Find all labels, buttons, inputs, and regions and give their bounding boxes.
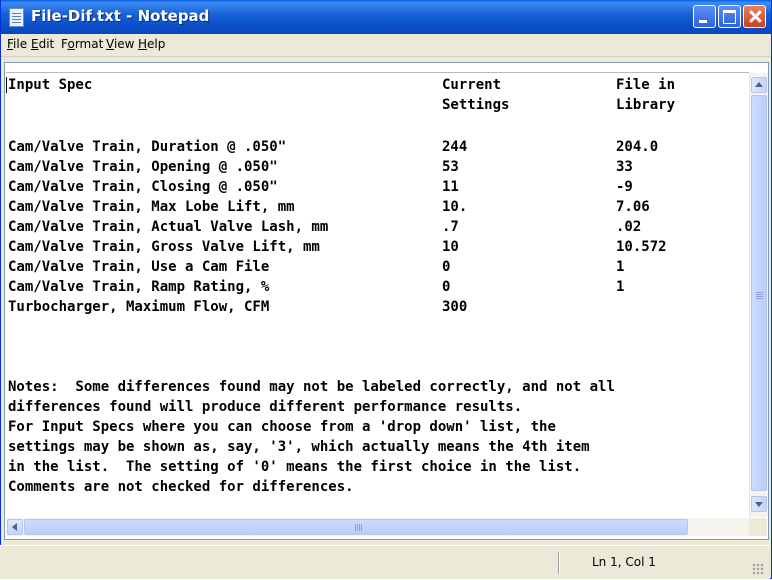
row-spec: Cam/Valve Train, Ramp Rating, % <box>8 279 270 295</box>
scrollbar-corner <box>749 518 767 536</box>
row-library: 10.572 <box>616 239 667 255</box>
close-button[interactable] <box>743 5 766 28</box>
maximize-button[interactable] <box>718 5 741 28</box>
row-spec: Turbocharger, Maximum Flow, CFM <box>8 299 270 315</box>
row-spec: Cam/Valve Train, Opening @ .050" <box>8 159 278 175</box>
horizontal-scrollbar[interactable] <box>6 518 767 536</box>
row-current: .7 <box>442 219 459 235</box>
row-current: 10. <box>442 199 468 215</box>
row-current: 0 <box>442 279 451 295</box>
row-library: 1 <box>616 259 625 275</box>
menu-file[interactable]: File <box>7 37 27 51</box>
scroll-up-icon[interactable] <box>751 77 767 93</box>
notes-line: in the list. The setting of '0' means th… <box>8 459 582 475</box>
row-library: .02 <box>616 219 642 235</box>
cursor-position: Ln 1, Col 1 <box>592 555 656 569</box>
window-title: File-Dif.txt - Notepad <box>31 7 210 25</box>
row-library: 204.0 <box>616 139 659 155</box>
row-current: 10 <box>442 239 459 255</box>
row-library: 7.06 <box>616 199 650 215</box>
row-current: 300 <box>442 299 468 315</box>
notes-line: differences found will produce different… <box>8 399 523 415</box>
vertical-scroll-thumb[interactable] <box>751 95 767 491</box>
row-library: 33 <box>616 159 633 175</box>
row-current: 0 <box>442 259 451 275</box>
row-library: 1 <box>616 279 625 295</box>
grip-icon <box>355 524 356 531</box>
header-current-line1: Current <box>442 77 502 93</box>
text-editor[interactable]: Input Spec Current File in Settings Libr… <box>6 72 749 518</box>
row-spec: Cam/Valve Train, Closing @ .050" <box>8 179 278 195</box>
minimize-button[interactable] <box>693 5 716 28</box>
header-current-line2: Settings <box>442 97 510 113</box>
notes-line: settings may be shown as, say, '3', whic… <box>8 439 590 455</box>
grip-icon <box>756 292 763 293</box>
row-spec: Cam/Valve Train, Max Lobe Lift, mm <box>8 199 295 215</box>
row-spec: Cam/Valve Train, Gross Valve Lift, mm <box>8 239 320 255</box>
row-current: 53 <box>442 159 459 175</box>
menu-edit[interactable]: Edit <box>31 37 54 51</box>
notes-line: Comments are not checked for differences… <box>8 479 354 495</box>
scroll-down-icon[interactable] <box>751 496 767 512</box>
row-spec: Cam/Valve Train, Use a Cam File <box>8 259 270 275</box>
menu-format[interactable]: Format <box>61 37 103 51</box>
header-input-spec: Input Spec <box>8 77 93 93</box>
row-current: 11 <box>442 179 459 195</box>
horizontal-scroll-thumb[interactable] <box>24 519 688 535</box>
scroll-left-icon[interactable] <box>7 519 23 535</box>
notes-line: For Input Specs where you can choose fro… <box>8 419 556 435</box>
vertical-scrollbar[interactable] <box>749 73 768 517</box>
row-current: 244 <box>442 139 468 155</box>
menu-view[interactable]: View <box>106 37 134 51</box>
text-caret <box>6 77 7 93</box>
menu-bar: File Edit Format View Help <box>1 34 771 57</box>
row-spec: Cam/Valve Train, Duration @ .050" <box>8 139 287 155</box>
notes-line: Notes: Some differences found may not be… <box>8 379 615 395</box>
notepad-icon[interactable] <box>9 8 24 27</box>
status-divider <box>558 552 560 574</box>
row-library: -9 <box>616 179 633 195</box>
status-bar: Ln 1, Col 1 <box>0 545 770 579</box>
resize-grip-icon[interactable] <box>752 563 764 575</box>
menu-help[interactable]: Help <box>138 37 165 51</box>
header-library-line1: File in <box>616 77 676 93</box>
row-spec: Cam/Valve Train, Actual Valve Lash, mm <box>8 219 329 235</box>
title-bar[interactable]: File-Dif.txt - Notepad <box>1 0 771 34</box>
header-library-line2: Library <box>616 97 676 113</box>
